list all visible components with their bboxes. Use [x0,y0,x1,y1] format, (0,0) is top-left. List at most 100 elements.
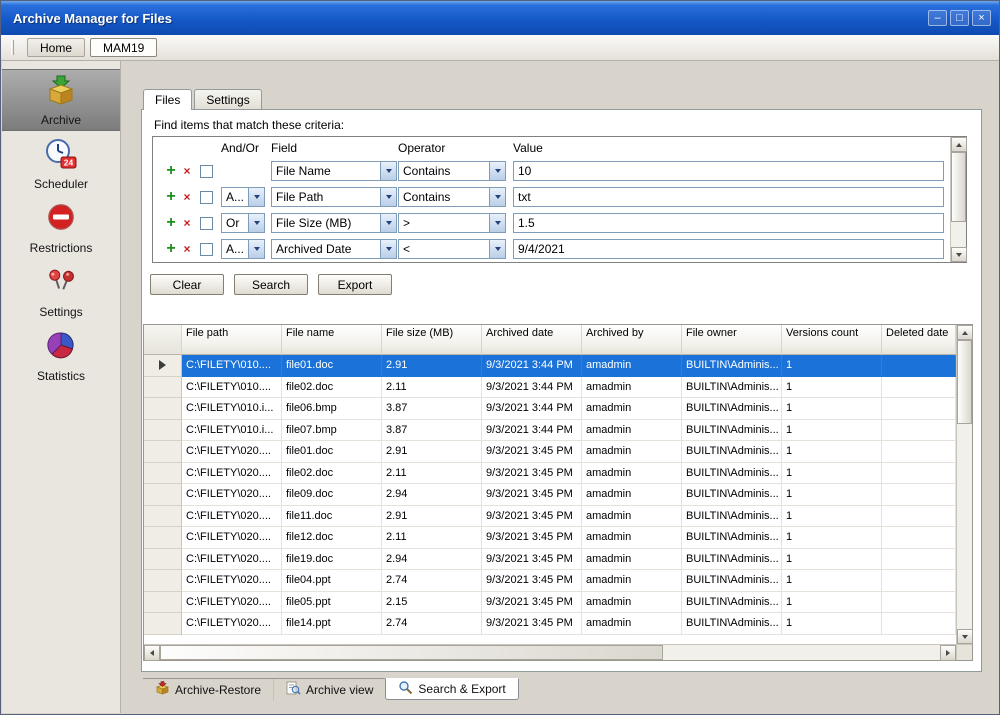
maximize-button[interactable]: □ [950,10,969,26]
row-selector[interactable] [144,548,182,570]
table-cell: BUILTIN\Adminis... [682,505,782,527]
sidebar-item-statistics[interactable]: Statistics [2,325,120,387]
minimize-button[interactable]: – [928,10,947,26]
value-input[interactable] [513,239,944,259]
andor-select[interactable]: A... [221,187,265,207]
document-tabs: Files Settings [143,89,264,110]
row-selector[interactable] [144,355,182,377]
search-button[interactable]: Search [234,274,308,295]
criteria-checkbox[interactable] [200,216,213,230]
table-row[interactable]: C:\FILETY\010.... file02.doc 2.11 9/3/2021 … [144,376,956,398]
operator-select[interactable]: > [398,213,506,233]
sidebar-item-settings[interactable]: Settings [2,261,120,323]
field-select[interactable]: File Path [271,187,397,207]
table-row[interactable]: C:\FILETY\010.i... file07.bmp 3.87 9/3/2021… [144,419,956,441]
criteria-checkbox[interactable] [200,164,213,178]
table-cell: amadmin [582,527,682,549]
remove-criteria-icon[interactable]: × [179,242,195,256]
row-selector[interactable] [144,462,182,484]
sidebar-item-restrictions[interactable]: Restrictions [2,197,120,259]
scroll-down-icon[interactable] [957,629,973,644]
column-header[interactable]: File size (MB) [382,325,482,355]
column-header[interactable]: Archived date [482,325,582,355]
add-criteria-icon[interactable]: + [163,162,179,180]
value-input[interactable] [513,161,944,181]
table-row[interactable]: C:\FILETY\010.... file01.doc 2.91 9/3/2021 … [144,355,956,377]
row-selector[interactable] [144,613,182,635]
criteria-checkbox[interactable] [200,242,213,256]
tab-archive-view[interactable]: Archive view [273,679,385,701]
field-select[interactable]: File Name [271,161,397,181]
field-select[interactable]: File Size (MB) [271,213,397,233]
column-header[interactable]: File owner [682,325,782,355]
column-header[interactable]: Versions count [782,325,882,355]
table-cell: 1 [782,548,882,570]
row-selector[interactable] [144,441,182,463]
tab-files[interactable]: Files [143,89,193,110]
scroll-up-icon[interactable] [957,325,973,340]
tab-search-export[interactable]: Search & Export [385,678,519,700]
table-cell: BUILTIN\Adminis... [682,398,782,420]
operator-select[interactable]: Contains [398,187,506,207]
scrollbar-thumb[interactable] [160,645,664,660]
nav-mam19[interactable]: MAM19 [90,38,158,57]
sidebar-item-archive[interactable]: Archive [2,69,120,131]
column-header[interactable]: Deleted date [882,325,956,355]
table-row[interactable]: C:\FILETY\020.... file12.doc 2.11 9/3/2021 … [144,527,956,549]
scroll-down-icon[interactable] [951,247,967,262]
table-cell [882,570,956,592]
row-selector[interactable] [144,591,182,613]
scrollbar-thumb[interactable] [957,340,972,424]
nav-home[interactable]: Home [27,38,86,57]
column-header[interactable]: Archived by [582,325,682,355]
table-row[interactable]: C:\FILETY\020.... file14.ppt 2.74 9/3/2021 … [144,613,956,635]
table-row[interactable]: C:\FILETY\020.... file09.doc 2.94 9/3/2021 … [144,484,956,506]
table-row[interactable]: C:\FILETY\020.... file11.doc 2.91 9/3/2021 … [144,505,956,527]
operator-select[interactable]: < [398,239,506,259]
andor-select[interactable]: A... [221,239,265,259]
criteria-scrollbar[interactable] [950,137,967,262]
column-header[interactable]: File name [282,325,382,355]
row-selector[interactable] [144,376,182,398]
row-selector[interactable] [144,484,182,506]
sidebar-item-label: Restrictions [29,241,93,255]
row-selector[interactable] [144,570,182,592]
clear-button[interactable]: Clear [150,274,224,295]
vertical-scrollbar[interactable] [956,325,973,644]
sidebar-item-scheduler[interactable]: 24 Scheduler [2,133,120,195]
remove-criteria-icon[interactable]: × [179,190,195,204]
tab-settings[interactable]: Settings [194,89,262,109]
remove-criteria-icon[interactable]: × [179,216,195,230]
row-selector[interactable] [144,505,182,527]
column-header[interactable]: File path [182,325,282,355]
andor-select[interactable]: Or [221,213,265,233]
operator-select[interactable]: Contains [398,161,506,181]
horizontal-scrollbar[interactable] [144,644,956,661]
table-row[interactable]: C:\FILETY\020.... file05.ppt 2.15 9/3/2021 … [144,591,956,613]
scrollbar-thumb[interactable] [951,152,966,222]
table-row[interactable]: C:\FILETY\020.... file19.doc 2.94 9/3/2021 … [144,548,956,570]
add-criteria-icon[interactable]: + [163,214,179,232]
add-criteria-icon[interactable]: + [163,188,179,206]
row-selector[interactable] [144,398,182,420]
criteria-title: Find items that match these criteria: [154,118,345,132]
scroll-up-icon[interactable] [951,137,967,152]
field-select[interactable]: Archived Date [271,239,397,259]
table-row[interactable]: C:\FILETY\020.... file01.doc 2.91 9/3/2021 … [144,441,956,463]
table-row[interactable]: C:\FILETY\010.i... file06.bmp 3.87 9/3/2021… [144,398,956,420]
criteria-checkbox[interactable] [200,190,213,204]
table-cell: amadmin [582,548,682,570]
tab-archive-restore[interactable]: Archive-Restore [143,679,273,701]
scroll-right-icon[interactable] [940,645,956,661]
table-row[interactable]: C:\FILETY\020.... file04.ppt 2.74 9/3/2021 … [144,570,956,592]
add-criteria-icon[interactable]: + [163,240,179,258]
row-selector[interactable] [144,527,182,549]
row-selector[interactable] [144,419,182,441]
scroll-left-icon[interactable] [144,645,160,661]
value-input[interactable] [513,187,944,207]
export-button[interactable]: Export [318,274,392,295]
close-button[interactable]: × [972,10,991,26]
value-input[interactable] [513,213,944,233]
remove-criteria-icon[interactable]: × [179,164,195,178]
table-row[interactable]: C:\FILETY\020.... file02.doc 2.11 9/3/2021 … [144,462,956,484]
